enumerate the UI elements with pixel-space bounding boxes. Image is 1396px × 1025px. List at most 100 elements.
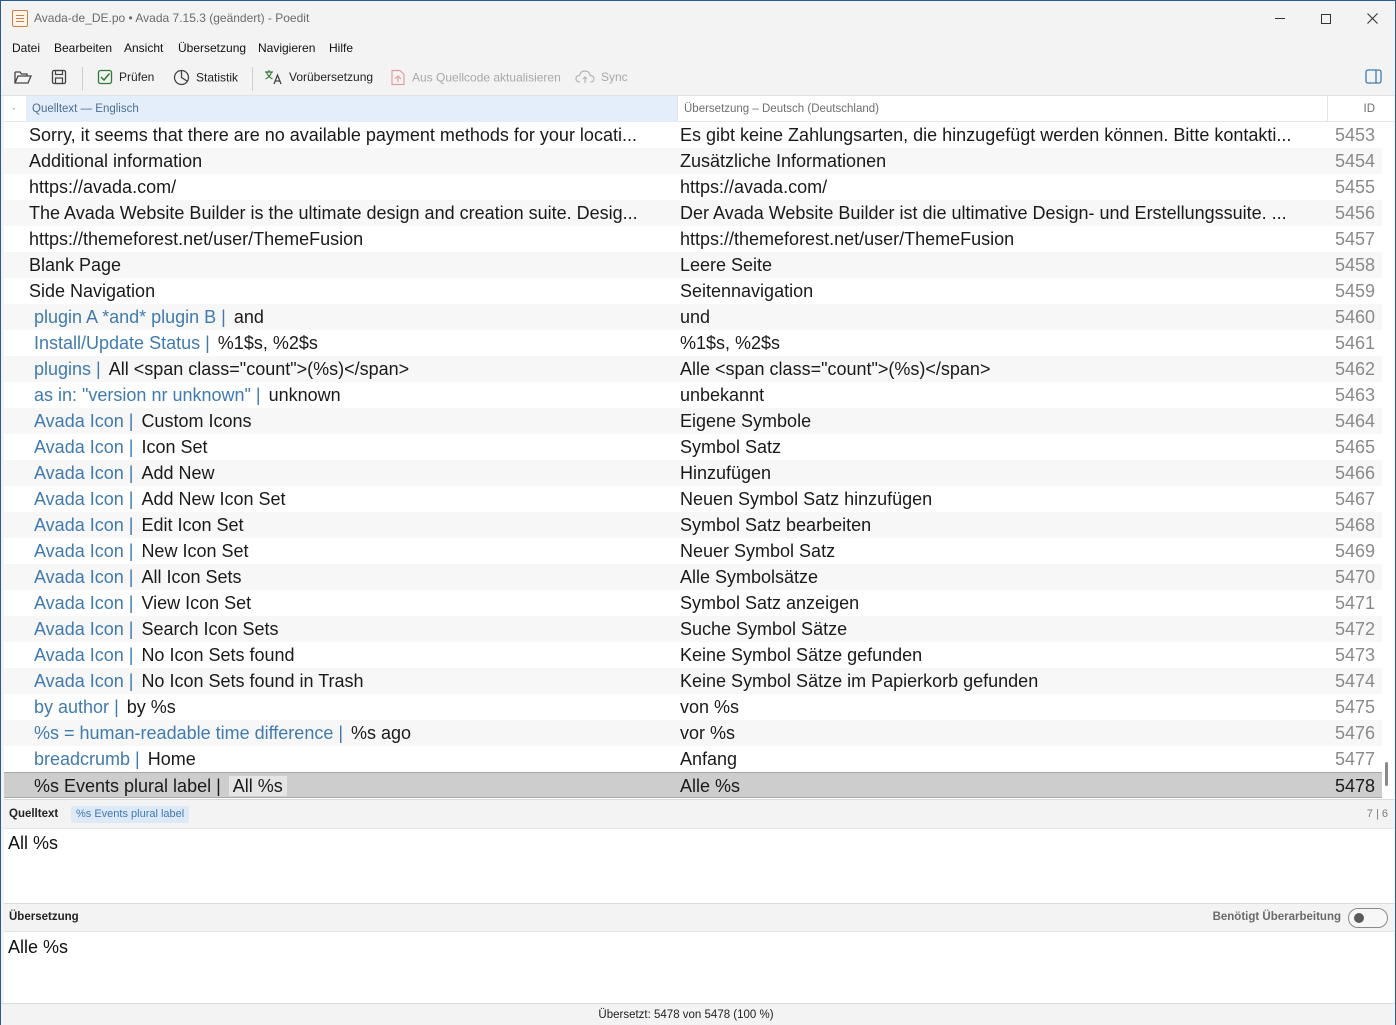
source-string: Blank Page: [29, 255, 122, 275]
table-row[interactable]: Avada Icon | View Icon Set Symbol Satz anz…: [4, 590, 1382, 616]
source-string: New Icon Set: [141, 541, 249, 561]
source-string: Sorry, it seems that there are no availa…: [29, 125, 637, 145]
source-string: Search Icon Sets: [141, 619, 279, 639]
table-row[interactable]: Side Navigation Seitennavigation 5459: [4, 278, 1382, 304]
menu-bearbeiten[interactable]: Bearbeiten: [54, 41, 112, 55]
source-context-badge: %s Events plural label: [71, 806, 190, 823]
translate-icon: [265, 70, 282, 85]
table-row[interactable]: as in: "version nr unknown" | unknown unbe…: [4, 382, 1382, 408]
menu-uebersetzung[interactable]: Übersetzung: [178, 41, 246, 55]
table-row[interactable]: Avada Icon | No Icon Sets found in Trash K…: [4, 668, 1382, 694]
table-row[interactable]: Avada Icon | Add New Hinzufügen 5466: [4, 460, 1382, 486]
translation-cell: Symbol Satz bearbeiten: [680, 515, 872, 535]
open-button[interactable]: [14, 69, 38, 87]
table-row[interactable]: https://themeforest.net/user/ThemeFusion…: [4, 226, 1382, 252]
menu-hilfe[interactable]: Hilfe: [329, 41, 353, 55]
header-translation-column[interactable]: Übersetzung – Deutsch (Deutschland): [677, 96, 1327, 122]
header-status-column[interactable]: ·: [12, 96, 26, 122]
source-string: https://avada.com/: [29, 177, 177, 197]
context-separator: |: [123, 593, 134, 613]
table-row[interactable]: breadcrumb | Home Anfang 5477: [4, 746, 1382, 772]
table-row-selected[interactable]: %s Events plural label | All %s Alle %s 547…: [4, 772, 1382, 798]
translation-cell: Der Avada Website Builder ist die ultima…: [680, 203, 1287, 223]
source-string: The Avada Website Builder is the ultimat…: [29, 203, 638, 223]
needs-work-toggle[interactable]: [1348, 908, 1388, 928]
table-row[interactable]: %s = human-readable time difference | %s …: [4, 720, 1382, 746]
context-label: plugin A *and* plugin B: [34, 307, 217, 327]
sync-button[interactable]: Sync: [575, 69, 628, 87]
context-label: by author: [34, 697, 110, 717]
translation-panel-title: Übersetzung: [9, 911, 79, 923]
context-separator: |: [211, 776, 221, 796]
table-row[interactable]: Avada Icon | Icon Set Symbol Satz 5465: [4, 434, 1382, 460]
table-row[interactable]: Avada Icon | All Icon Sets Alle Symbolsätz…: [4, 564, 1382, 590]
source-cell: https://themeforest.net/user/ThemeFusion: [29, 226, 674, 252]
id-cell: 5468: [1334, 515, 1375, 535]
id-cell: 5453: [1334, 125, 1375, 145]
translation-cell: vor %s: [680, 723, 736, 743]
toolbar-separator: [252, 67, 253, 91]
table-row[interactable]: by author | by %s von %s 5475: [4, 694, 1382, 720]
translation-cell: https://themeforest.net/user/ThemeFusion: [680, 229, 1015, 249]
pretranslate-button[interactable]: Vorübersetzung: [264, 69, 373, 87]
translation-panel: Übersetzung Benötigt Überarbeitung Alle …: [4, 903, 1394, 1003]
id-cell: 5473: [1334, 645, 1375, 665]
menu-navigieren[interactable]: Navigieren: [258, 41, 315, 55]
source-string: Add New Icon Set: [141, 489, 286, 509]
context-separator: |: [109, 697, 119, 717]
source-string: All Icon Sets: [141, 567, 242, 587]
table-row[interactable]: Avada Icon | No Icon Sets found Keine Symb…: [4, 642, 1382, 668]
source-string: Side Navigation: [29, 281, 156, 301]
close-icon: [1366, 13, 1378, 24]
translation-panel-header: Übersetzung Benötigt Überarbeitung: [4, 904, 1394, 932]
maximize-button[interactable]: [1303, 1, 1349, 36]
table-row[interactable]: https://avada.com/https://avada.com/5455: [4, 174, 1382, 200]
table-row[interactable]: Sorry, it seems that there are no availa…: [4, 122, 1382, 148]
list-scrollbar[interactable]: [1385, 762, 1388, 786]
sidebar-toggle-button[interactable]: [1365, 69, 1388, 87]
header-source-column[interactable]: Quelltext — Englisch: [26, 96, 677, 122]
table-row[interactable]: plugin A *and* plugin B | and und 5460: [4, 304, 1382, 330]
context-label: Install/Update Status: [34, 333, 201, 353]
table-row[interactable]: Avada Icon | New Icon Set Neuer Symbol Sat…: [4, 538, 1382, 564]
close-button[interactable]: [1349, 1, 1395, 36]
id-cell: 5475: [1334, 697, 1375, 717]
source-cell: Avada Icon | No Icon Sets found in Trash: [29, 668, 674, 694]
table-row[interactable]: Avada Icon | Search Icon Sets Suche Symbol…: [4, 616, 1382, 642]
source-char-count: 7 | 6: [1366, 808, 1388, 820]
translation-cell: Neuer Symbol Satz: [680, 541, 836, 561]
translation-cell: Symbol Satz: [680, 437, 782, 457]
save-button[interactable]: [51, 69, 73, 87]
menu-datei[interactable]: Datei: [12, 41, 40, 55]
source-cell: Avada Icon | Edit Icon Set: [29, 512, 674, 538]
table-row[interactable]: Avada Icon | Custom Icons Eigene Symbole 54…: [4, 408, 1382, 434]
id-cell: 5478: [1334, 776, 1375, 796]
header-id-column[interactable]: ID: [1327, 96, 1381, 122]
source-cell: Side Navigation: [29, 278, 674, 304]
source-string: All %s: [228, 776, 287, 796]
table-row[interactable]: The Avada Website Builder is the ultimat…: [4, 200, 1382, 226]
source-cell: Avada Icon | Icon Set: [29, 434, 674, 460]
context-separator: |: [123, 515, 134, 535]
table-row[interactable]: Additional information Zusätzliche Inform…: [4, 148, 1382, 174]
update-from-source-button[interactable]: Aus Quellcode aktualisieren: [390, 69, 561, 87]
table-row[interactable]: Install/Update Status | %1$s, %2$s %1$s, %…: [4, 330, 1382, 356]
table-row[interactable]: plugins | All <span class="count">(%s)</s…: [4, 356, 1382, 382]
menu-ansicht[interactable]: Ansicht: [124, 41, 163, 55]
check-button[interactable]: Prüfen: [97, 69, 154, 87]
table-row[interactable]: Blank Page Leere Seite 5458: [4, 252, 1382, 278]
statistics-button[interactable]: Statistik: [173, 69, 238, 87]
source-text-panel: Quelltext %s Events plural label 7 | 6 A…: [4, 799, 1394, 903]
id-cell: 5471: [1334, 593, 1375, 613]
minimize-button[interactable]: [1257, 1, 1303, 36]
source-string: No Icon Sets found: [141, 645, 295, 665]
table-row[interactable]: Avada Icon | Add New Icon Set Neuen Symbol…: [4, 486, 1382, 512]
translation-list[interactable]: · Quelltext — Englisch Übersetzung – Deu…: [4, 96, 1394, 799]
translation-text-input[interactable]: Alle %s: [8, 937, 68, 958]
source-cell: Sorry, it seems that there are no availa…: [29, 122, 674, 148]
source-cell: Avada Icon | New Icon Set: [29, 538, 674, 564]
translation-cell: Alle <span class="count">(%s)</span>: [680, 359, 991, 379]
id-cell: 5458: [1334, 255, 1375, 275]
table-row[interactable]: Avada Icon | Edit Icon Set Symbol Satz bea…: [4, 512, 1382, 538]
sync-label: Sync: [601, 69, 628, 84]
